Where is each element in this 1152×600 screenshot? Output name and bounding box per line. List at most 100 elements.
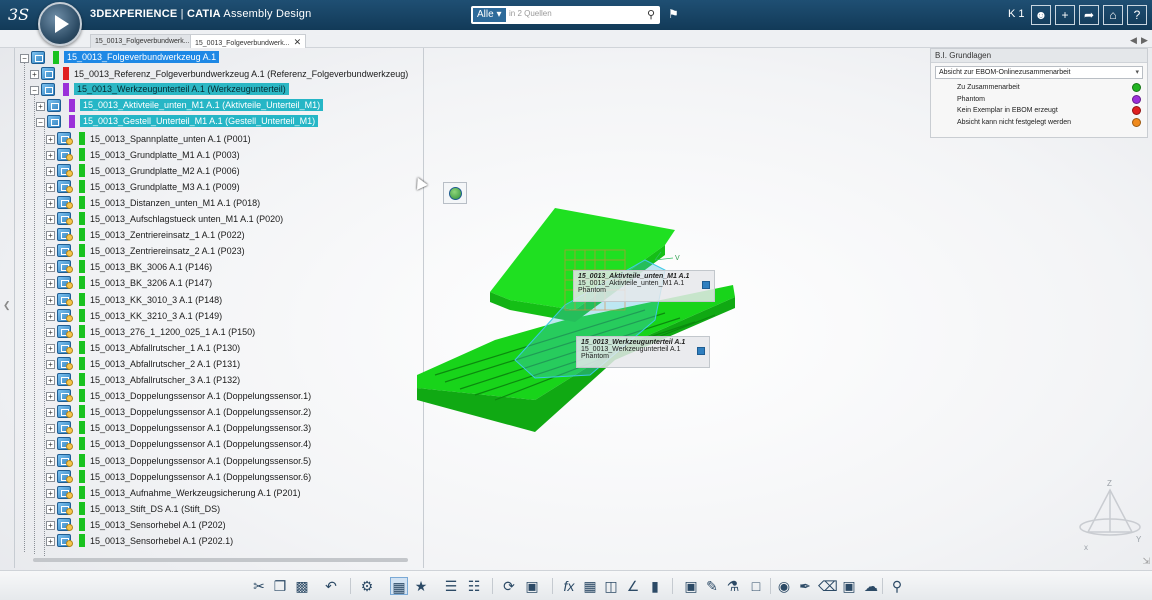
legend-item[interactable]: Phantom (931, 94, 1147, 106)
tree-node[interactable]: +15_0013_BK_3206 A.1 (P147) (20, 275, 440, 291)
tree-node[interactable]: +15_0013_Abfallrutscher_2 A.1 (P131) (20, 356, 440, 372)
paste-icon[interactable]: ▩ (293, 577, 311, 595)
tree-node[interactable]: +15_0013_Distanzen_unten_M1 A.1 (P018) (20, 195, 440, 211)
expand-icon[interactable]: + (46, 359, 55, 369)
expand-icon[interactable]: + (46, 231, 55, 241)
tree-node[interactable]: +15_0013_Doppelungssensor A.1 (Doppelung… (20, 453, 440, 469)
tree-node[interactable]: +15_0013_Sensorhebel A.1 (P202) (20, 517, 440, 533)
expand-icon[interactable]: + (46, 408, 55, 418)
cloud-icon[interactable]: ☁ (862, 577, 880, 595)
tree-node[interactable]: +15_0013_Zentriereinsatz_1 A.1 (P022) (20, 227, 440, 243)
legend-mode-select[interactable]: Absicht zur EBOM-Onlinezusammenarbeit ▾ (935, 66, 1143, 79)
expand-icon[interactable]: + (46, 247, 55, 257)
tree-node[interactable]: +15_0013_Grundplatte_M3 A.1 (P009) (20, 179, 440, 195)
tree-node[interactable]: +15_0013_Grundplatte_M2 A.1 (P006) (20, 163, 440, 179)
expand-icon[interactable]: + (46, 343, 55, 353)
expand-icon[interactable]: + (30, 70, 39, 80)
product-icon[interactable]: ▣ (523, 577, 541, 595)
cube-icon[interactable]: □ (747, 577, 765, 595)
tree-node[interactable]: +15_0013_Doppelungssensor A.1 (Doppelung… (20, 388, 440, 404)
undo-icon[interactable]: ↶ (322, 577, 340, 595)
collapse-arrow-icon[interactable]: ❮ (3, 300, 11, 311)
expand-icon[interactable]: + (46, 424, 55, 434)
cut-icon[interactable]: ✂ (250, 577, 268, 595)
tree-node[interactable]: +15_0013_Abfallrutscher_3 A.1 (P132) (20, 372, 440, 388)
close-icon[interactable]: ✕ (294, 37, 302, 47)
expand-icon[interactable]: + (46, 311, 55, 321)
search-box[interactable]: Alle ▾ in 2 Quellen ⚲ (471, 6, 660, 24)
tree-node[interactable]: +15_0013_KK_3010_3 A.1 (P148) (20, 292, 440, 308)
user-label[interactable]: K 1 (1008, 8, 1025, 20)
legend-item[interactable]: Absicht kann nicht festgelegt werden (931, 117, 1147, 129)
measure-icon[interactable]: ∠ (624, 577, 642, 595)
expand-icon[interactable]: + (36, 102, 45, 112)
pipette-icon[interactable]: ✒ (796, 577, 814, 595)
expand-icon[interactable]: + (46, 166, 55, 176)
expand-icon[interactable]: + (46, 182, 55, 192)
search-input[interactable]: in 2 Quellen (509, 9, 552, 18)
legend-item[interactable]: Zu Zusammenarbeit (931, 82, 1147, 94)
tree-node[interactable]: +15_0013_Grundplatte_M1 A.1 (P003) (20, 147, 440, 163)
tree-node[interactable]: −15_0013_Folgeverbundwerkzeug A.1 (20, 50, 440, 66)
tree-node[interactable]: +15_0013_Sensorhebel A.1 (P202.1) (20, 533, 440, 549)
tree-node[interactable]: −15_0013_Gestell_Unterteil_M1 A.1 (Geste… (20, 114, 440, 130)
expand-icon[interactable]: + (46, 279, 55, 289)
compass-button[interactable] (38, 2, 82, 46)
expand-icon[interactable]: + (46, 150, 55, 160)
tree-node[interactable]: +15_0013_Doppelungssensor A.1 (Doppelung… (20, 420, 440, 436)
expand-icon[interactable]: + (46, 504, 55, 514)
engineering-icon[interactable]: ▣ (682, 577, 700, 595)
expand-icon[interactable]: + (46, 198, 55, 208)
expand-icon[interactable]: + (46, 376, 55, 385)
tree-node[interactable]: +15_0013_BK_3006 A.1 (P146) (20, 259, 440, 275)
tab-prev-icon[interactable]: ◀ (1130, 35, 1137, 46)
home-icon[interactable]: ⌂ (1103, 5, 1123, 25)
expand-icon[interactable]: + (46, 295, 55, 305)
tree-node[interactable]: +15_0013_KK_3210_3 A.1 (P149) (20, 308, 440, 324)
list-icon[interactable]: ☰ (442, 577, 460, 595)
expand-icon[interactable]: + (46, 215, 55, 224)
search-icon[interactable]: ⚲ (647, 8, 655, 21)
expand-icon[interactable]: + (46, 134, 55, 144)
formula-icon[interactable]: fx (560, 577, 578, 595)
help-icon[interactable]: ? (1127, 5, 1147, 25)
tab-next-icon[interactable]: ▶ (1141, 35, 1148, 46)
refresh-icon[interactable]: ⟳ (500, 577, 518, 595)
add-icon[interactable]: + (1055, 5, 1075, 25)
tree-node[interactable]: +15_0013_Zentriereinsatz_2 A.1 (P023) (20, 243, 440, 259)
tree-node[interactable]: +15_0013_Spannplatte_unten A.1 (P001) (20, 131, 440, 147)
resize-grip-icon[interactable]: ⇲ (1142, 556, 1150, 567)
tree-node[interactable]: +15_0013_Aufnahme_Werkzeugsicherung A.1 … (20, 485, 440, 501)
expand-icon[interactable]: + (46, 263, 55, 273)
tab-document-1[interactable]: 15_0013_Folgeverbundwerk... (90, 34, 195, 48)
tree-node[interactable]: +15_0013_Stift_DS A.1 (Stift_DS) (20, 501, 440, 517)
search-filter-dropdown[interactable]: Alle ▾ (473, 8, 506, 22)
horizontal-scrollbar[interactable] (33, 558, 408, 562)
tree-node[interactable]: +15_0013_Doppelungssensor A.1 (Doppelung… (20, 469, 440, 485)
tree-node[interactable]: +15_0013_Aufschlagstueck unten_M1 A.1 (P… (20, 211, 440, 227)
tree-node[interactable]: +15_0013_Referenz_Folgeverbundwerkzeug A… (20, 66, 440, 82)
render-icon[interactable]: ◉ (775, 577, 793, 595)
legend-item[interactable]: Kein Exemplar in EBOM erzeugt (931, 105, 1147, 117)
settings-gear-icon[interactable]: ⚙ (358, 577, 376, 595)
tree-node[interactable]: −15_0013_Werkzeugunterteil A.1 (Werkzeug… (20, 82, 440, 98)
tag-werkzeugunterteil[interactable]: 15_0013_Werkzeugunterteil A.1 15_0013_We… (576, 336, 710, 368)
3d-model-view[interactable]: V (415, 200, 745, 440)
user-icon[interactable]: ☻ (1031, 5, 1051, 25)
expand-icon[interactable]: + (46, 440, 55, 450)
expand-icon[interactable]: + (46, 520, 55, 530)
tree-node[interactable]: +15_0013_Aktivteile_unten_M1 A.1 (Aktivt… (20, 98, 440, 114)
pen-icon[interactable]: ✎ (703, 577, 721, 595)
expand-icon[interactable]: + (46, 488, 55, 498)
tree-display-icon[interactable]: ▦ (390, 577, 408, 595)
expand-icon[interactable]: + (46, 327, 55, 337)
sheet-icon[interactable]: ◫ (602, 577, 620, 595)
favorite-star-icon[interactable]: ★ (412, 577, 430, 595)
tree-node[interactable]: +15_0013_Doppelungssensor A.1 (Doppelung… (20, 436, 440, 452)
expand-icon[interactable]: + (46, 472, 55, 482)
tree-node[interactable]: +15_0013_Doppelungssensor A.1 (Doppelung… (20, 404, 440, 420)
tag-icon[interactable]: ⚑ (668, 7, 679, 21)
structure-icon[interactable]: ☷ (465, 577, 483, 595)
expand-icon[interactable]: + (46, 456, 55, 466)
assembly-icon[interactable]: ▣ (840, 577, 858, 595)
